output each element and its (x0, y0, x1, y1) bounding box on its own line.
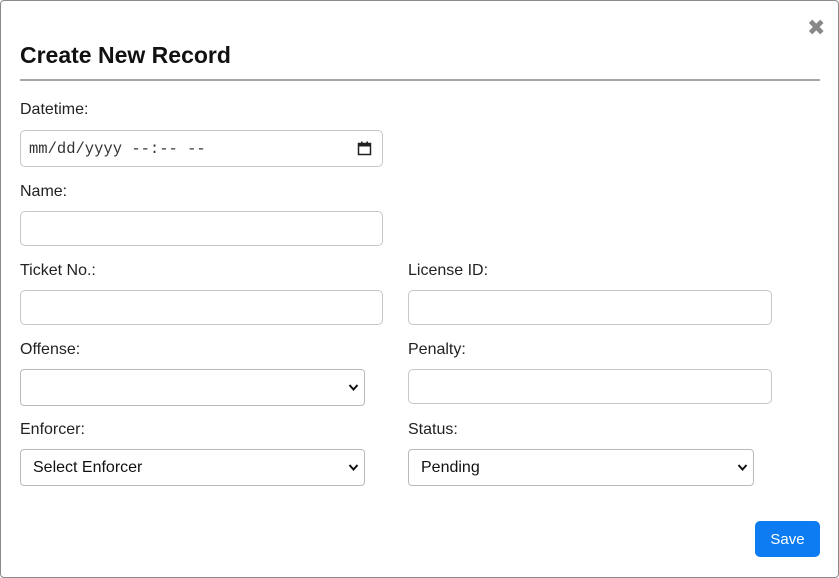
status-selected: Pending (421, 459, 480, 476)
datetime-placeholder: mm/dd/yyyy --:-- -- (29, 140, 206, 158)
enforcer-select[interactable]: Select Enforcer (20, 449, 365, 486)
status-select[interactable]: Pending (408, 449, 754, 486)
datetime-input[interactable]: mm/dd/yyyy --:-- -- (20, 130, 383, 167)
close-icon[interactable]: ✖ (807, 17, 825, 39)
title-divider (20, 79, 820, 81)
chevron-down-icon (737, 464, 748, 472)
save-button[interactable]: Save (755, 521, 820, 557)
enforcer-label: Enforcer: (20, 421, 85, 438)
name-label: Name: (20, 183, 68, 200)
datetime-label: Datetime: (20, 101, 89, 118)
offense-select[interactable] (20, 369, 365, 406)
license-id-label: License ID: (408, 262, 489, 279)
ticket-no-input[interactable] (20, 290, 383, 325)
name-input[interactable] (20, 211, 383, 246)
chevron-down-icon (348, 464, 359, 472)
chevron-down-icon (348, 384, 359, 392)
offense-label: Offense: (20, 341, 81, 358)
penalty-input[interactable] (408, 369, 772, 404)
calendar-icon[interactable] (357, 141, 372, 156)
create-record-modal: ✖ Create New Record Datetime: mm/dd/yyyy… (0, 0, 839, 578)
enforcer-selected: Select Enforcer (33, 459, 143, 476)
modal-title: Create New Record (20, 42, 231, 68)
status-label: Status: (408, 421, 458, 438)
license-id-input[interactable] (408, 290, 772, 325)
ticket-no-label: Ticket No.: (20, 262, 96, 279)
penalty-label: Penalty: (408, 341, 466, 358)
